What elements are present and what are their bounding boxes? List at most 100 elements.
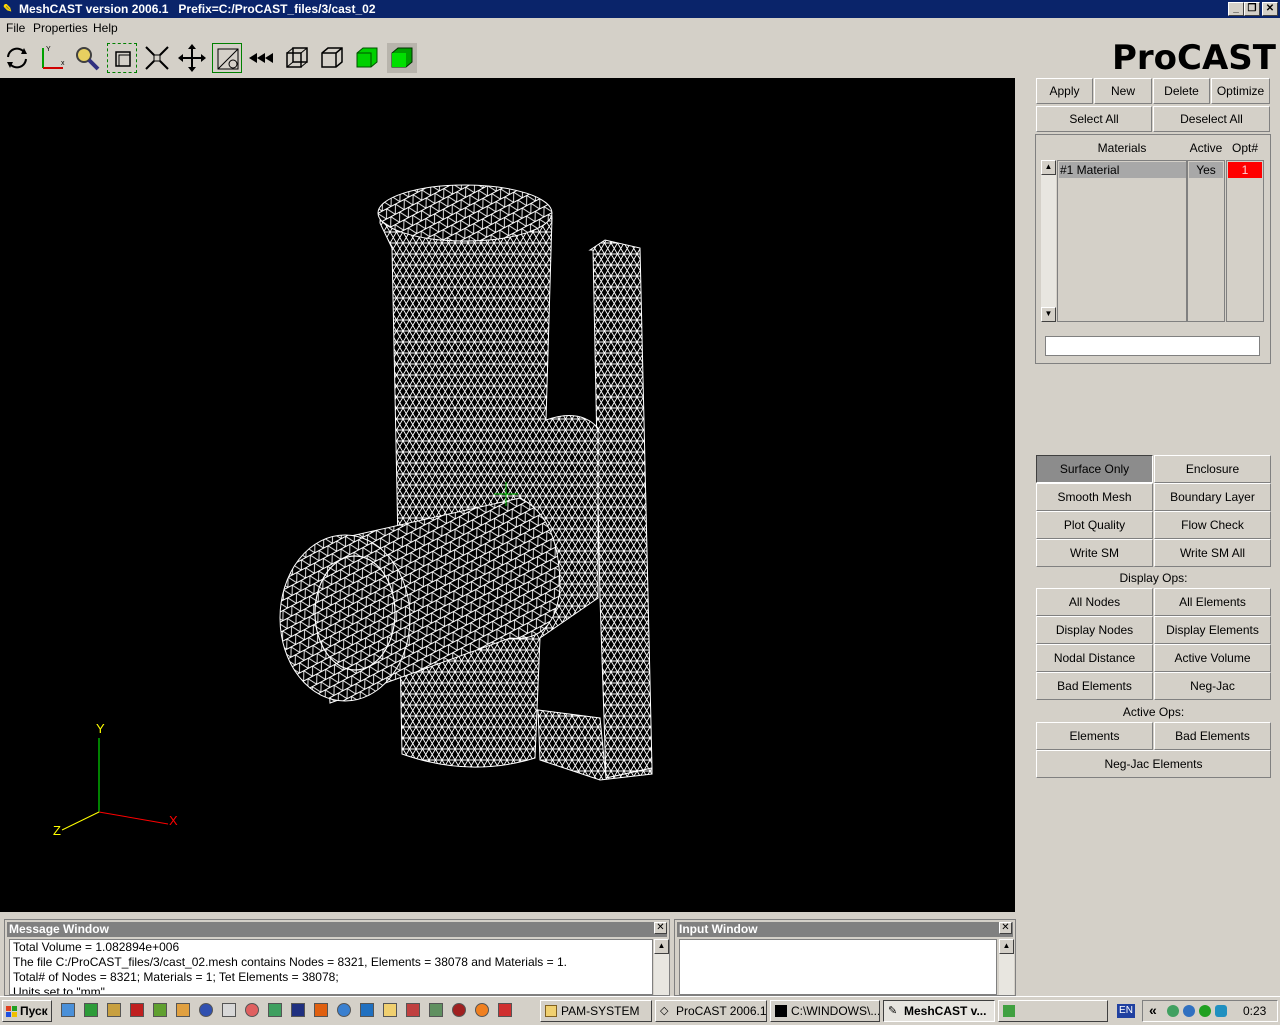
active-header: Active	[1189, 141, 1223, 155]
optimize-button[interactable]: Optimize	[1211, 78, 1270, 104]
outline-box-icon[interactable]	[317, 43, 347, 73]
input-window-title: Input Window	[677, 922, 1013, 937]
quicklaunch-ie2-icon[interactable]	[337, 1003, 351, 1017]
menu-bar: File Properties Help	[0, 19, 1280, 37]
quicklaunch-media-icon[interactable]	[199, 1003, 213, 1017]
tray-network-icon[interactable]	[1167, 1005, 1179, 1017]
message-window-close-icon[interactable]: ✕	[654, 922, 667, 934]
green-app-icon	[1003, 1005, 1015, 1017]
neg-jac-elements-button[interactable]: Neg-Jac Elements	[1036, 750, 1271, 778]
smooth-mesh-button[interactable]: Smooth Mesh	[1036, 483, 1153, 511]
quicklaunch-chart-icon[interactable]	[153, 1003, 167, 1017]
quicklaunch-target-icon[interactable]	[452, 1003, 466, 1017]
start-label: Пуск	[20, 1004, 48, 1018]
active-volume-button[interactable]: Active Volume	[1154, 644, 1271, 672]
bad-elements-button[interactable]: Bad Elements	[1036, 672, 1153, 700]
material-opt-1[interactable]: 1	[1228, 162, 1262, 178]
material-name-input[interactable]	[1045, 336, 1260, 356]
input-textarea[interactable]	[679, 939, 997, 995]
materials-scrollbar[interactable]: ▲ ▼	[1041, 160, 1056, 322]
start-button[interactable]: Пуск	[2, 1000, 52, 1022]
close-button[interactable]: ✕	[1262, 2, 1278, 16]
boundary-layer-button[interactable]: Boundary Layer	[1154, 483, 1271, 511]
svg-text:Y: Y	[46, 46, 51, 53]
zoom-box-icon[interactable]	[107, 43, 137, 73]
quicklaunch-ie-icon[interactable]	[61, 1003, 75, 1017]
quicklaunch-save-icon[interactable]	[291, 1003, 305, 1017]
scroll-up-icon[interactable]: ▲	[1041, 160, 1056, 175]
tray-user-icon[interactable]	[1183, 1005, 1195, 1017]
menu-help[interactable]: Help	[93, 21, 118, 35]
green-shaded-icon[interactable]	[387, 43, 417, 73]
wireframe-box-icon[interactable]	[282, 43, 312, 73]
delete-button[interactable]: Delete	[1153, 78, 1210, 104]
task-unnamed[interactable]	[998, 1000, 1108, 1022]
rotate-icon[interactable]	[2, 43, 32, 73]
task-cmd[interactable]: C:\WINDOWS\...	[770, 1000, 880, 1022]
task-pam-system[interactable]: PAM-SYSTEM	[540, 1000, 652, 1022]
pan-icon[interactable]	[177, 43, 207, 73]
write-sm-all-button[interactable]: Write SM All	[1154, 539, 1271, 567]
tray-green-icon[interactable]	[1199, 1005, 1211, 1017]
quicklaunch-folder-icon[interactable]	[383, 1003, 397, 1017]
language-indicator[interactable]: EN	[1117, 1004, 1135, 1018]
axes-icon[interactable]: Yx	[37, 43, 67, 73]
neg-jac-button[interactable]: Neg-Jac	[1154, 672, 1271, 700]
quicklaunch-blue-icon[interactable]	[360, 1003, 374, 1017]
3d-viewport[interactable]: Y X Z	[0, 78, 1015, 912]
opt-header: Opt#	[1231, 141, 1258, 155]
materials-list[interactable]: #1 Material	[1057, 160, 1187, 322]
all-elements-button[interactable]: All Elements	[1154, 588, 1271, 616]
deselect-all-button[interactable]: Deselect All	[1153, 106, 1270, 132]
tray-expand-icon[interactable]: «	[1149, 1002, 1157, 1018]
nodal-distance-button[interactable]: Nodal Distance	[1036, 644, 1153, 672]
quicklaunch-calc-icon[interactable]	[222, 1003, 236, 1017]
window-title: MeshCAST version 2006.1 Prefix=C:/ProCAS…	[19, 2, 376, 16]
fit-icon[interactable]	[142, 43, 172, 73]
minimize-button[interactable]: _	[1228, 2, 1244, 16]
quicklaunch-at-icon[interactable]	[475, 1003, 489, 1017]
active-bad-elements-button[interactable]: Bad Elements	[1154, 722, 1271, 750]
all-nodes-button[interactable]: All Nodes	[1036, 588, 1153, 616]
menu-file[interactable]: File	[6, 21, 25, 35]
quicklaunch-green-icon[interactable]	[268, 1003, 282, 1017]
material-row-1[interactable]: #1 Material	[1059, 162, 1186, 178]
quicklaunch-orange-icon[interactable]	[314, 1003, 328, 1017]
apply-button[interactable]: Apply	[1036, 78, 1093, 104]
write-sm-button[interactable]: Write SM	[1036, 539, 1153, 567]
flow-check-button[interactable]: Flow Check	[1154, 511, 1271, 539]
plot-quality-button[interactable]: Plot Quality	[1036, 511, 1153, 539]
quicklaunch-red-box-icon[interactable]	[498, 1003, 512, 1017]
input-scrollbar[interactable]: ▲	[999, 939, 1014, 995]
green-solid-icon[interactable]	[352, 43, 382, 73]
quicklaunch-clock-icon[interactable]	[176, 1003, 190, 1017]
scroll-up-icon[interactable]: ▲	[654, 939, 669, 954]
quicklaunch-tool-icon[interactable]	[107, 1003, 121, 1017]
select-all-button[interactable]: Select All	[1036, 106, 1152, 132]
quicklaunch-red-icon[interactable]	[130, 1003, 144, 1017]
quicklaunch-app-icon[interactable]	[84, 1003, 98, 1017]
display-nodes-button[interactable]: Display Nodes	[1036, 616, 1153, 644]
zoom-icon[interactable]	[72, 43, 102, 73]
new-button[interactable]: New	[1094, 78, 1152, 104]
menu-properties[interactable]: Properties	[33, 21, 88, 35]
task-meshcast[interactable]: ✎ MeshCAST v...	[883, 1000, 995, 1022]
surface-only-button[interactable]: Surface Only	[1036, 455, 1153, 483]
material-active-1[interactable]: Yes	[1189, 162, 1223, 178]
enclosure-button[interactable]: Enclosure	[1154, 455, 1271, 483]
input-window-close-icon[interactable]: ✕	[999, 922, 1012, 934]
quicklaunch-red-round-icon[interactable]	[245, 1003, 259, 1017]
quicklaunch-tools-icon[interactable]	[429, 1003, 443, 1017]
select-icon[interactable]	[212, 43, 242, 73]
scroll-up-icon[interactable]: ▲	[999, 939, 1014, 954]
scroll-down-icon[interactable]: ▼	[1041, 307, 1056, 322]
rewind-icon[interactable]	[247, 43, 277, 73]
tray-monitor-icon[interactable]	[1215, 1005, 1227, 1017]
maximize-button[interactable]: ❐	[1244, 2, 1260, 16]
display-elements-button[interactable]: Display Elements	[1154, 616, 1271, 644]
folder-icon	[545, 1005, 557, 1017]
active-elements-button[interactable]: Elements	[1036, 722, 1153, 750]
message-scrollbar[interactable]: ▲	[654, 939, 669, 995]
quicklaunch-box-icon[interactable]	[406, 1003, 420, 1017]
task-procast[interactable]: ◇ ProCAST 2006.1	[655, 1000, 767, 1022]
